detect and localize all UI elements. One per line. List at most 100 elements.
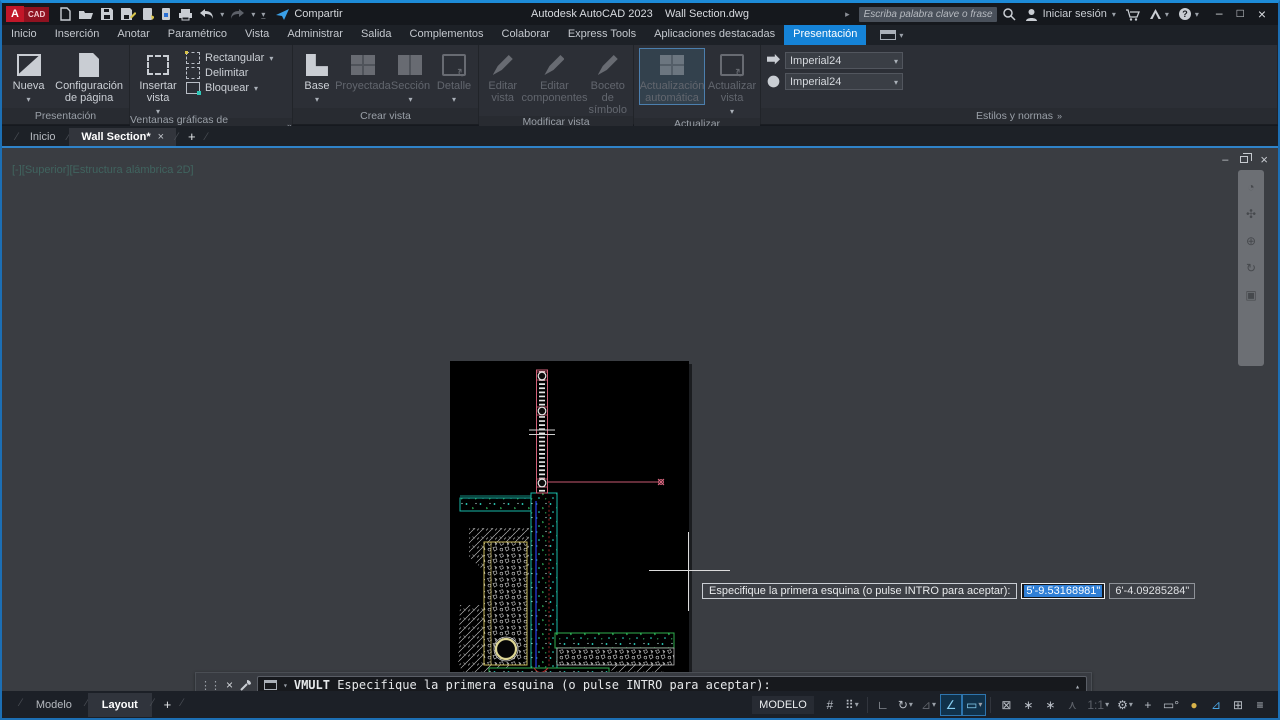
new-drawing-tab-button[interactable]: +: [178, 129, 206, 146]
panel-label-presentacion[interactable]: Presentación: [2, 108, 129, 124]
tab-insercion[interactable]: Inserción: [46, 25, 109, 45]
search-expand-icon[interactable]: ▸: [845, 9, 850, 20]
tab-salida[interactable]: Salida: [352, 25, 401, 45]
save-icon[interactable]: [100, 7, 114, 21]
palette-grip-handle[interactable]: ⋮⋮: [200, 679, 220, 692]
model-space-tab[interactable]: Modelo: [22, 693, 86, 717]
qat-customize-icon[interactable]: ▾̲: [261, 10, 265, 19]
tab-vista[interactable]: Vista: [236, 25, 278, 45]
undo-icon[interactable]: [199, 8, 214, 20]
plot-icon[interactable]: [178, 8, 193, 21]
signin-button[interactable]: Iniciar sesión ▾: [1025, 8, 1116, 21]
file-tab-close-icon[interactable]: ×: [158, 131, 164, 143]
rectangular-button[interactable]: Rectangular: [186, 52, 273, 64]
redo-icon[interactable]: [230, 8, 245, 20]
annotation-autoscale-toggle[interactable]: ∗: [1018, 695, 1038, 715]
save-as-icon[interactable]: [120, 7, 136, 21]
paper-viewport[interactable]: [450, 361, 689, 691]
command-history-expand-icon[interactable]: [1075, 678, 1080, 691]
doc-minimize-button[interactable]: –: [1222, 154, 1228, 166]
new-layout-button[interactable]: +: [154, 697, 182, 712]
model-paper-toggle[interactable]: MODELO: [752, 696, 814, 714]
selection-cycling-toggle[interactable]: ▭°: [1160, 695, 1182, 715]
recent-commands-caret-icon[interactable]: ▾: [283, 681, 288, 690]
autocad-logo-icon[interactable]: A: [6, 6, 24, 22]
isolate-objects-button[interactable]: ●: [1184, 695, 1204, 715]
dynamic-input-y-field[interactable]: 6'-4.09285284": [1109, 583, 1195, 599]
configuracion-pagina-button[interactable]: Configuración de página: [55, 49, 123, 104]
help-search[interactable]: Escriba palabra clave o frase: [859, 7, 1016, 22]
panel-label-estilos[interactable]: Estilos y normas: [761, 108, 1277, 124]
workspace-gear-button[interactable]: ⚙▾: [1114, 695, 1136, 715]
orbit-icon[interactable]: ↻: [1246, 261, 1256, 275]
close-button[interactable]: ×: [1258, 6, 1266, 22]
standard-select-1[interactable]: Imperial24: [767, 52, 903, 69]
panel-label-crear-vista[interactable]: Crear vista: [293, 108, 478, 124]
upload-mobile-icon[interactable]: [142, 7, 154, 21]
redo-caret-icon[interactable]: ▾: [251, 10, 255, 19]
isometric-drafting-toggle[interactable]: ⊿▾: [918, 695, 939, 715]
snap-toggle[interactable]: ⠿▾: [842, 695, 862, 715]
drawing-canvas[interactable]: [-][Superior][Estructura alámbrica 2D] –…: [2, 146, 1278, 691]
insertar-vista-button[interactable]: Insertar vista: [136, 49, 180, 118]
command-close-icon[interactable]: ×: [224, 678, 235, 691]
tab-parametrico[interactable]: Paramétrico: [159, 25, 236, 45]
autodesk-app-button[interactable]: ▾: [1149, 8, 1169, 20]
minimize-button[interactable]: –: [1216, 6, 1223, 22]
nueva-caret-icon[interactable]: [27, 93, 31, 106]
tab-express-tools[interactable]: Express Tools: [559, 25, 645, 45]
doc-close-button[interactable]: ×: [1260, 152, 1268, 167]
fullnav-wheel-icon[interactable]: ◔: [1247, 180, 1254, 194]
new-file-icon[interactable]: [59, 7, 72, 21]
open-mobile-icon[interactable]: [160, 7, 172, 21]
polar-tracking-toggle[interactable]: ↻▾: [895, 695, 916, 715]
ortho-toggle[interactable]: ∟: [873, 695, 893, 715]
object-snap-toggle[interactable]: ▭▾: [963, 695, 985, 715]
customize-wrench-icon[interactable]: [239, 678, 253, 691]
tab-colaborar[interactable]: Colaborar: [493, 25, 559, 45]
tab-complementos[interactable]: Complementos: [401, 25, 493, 45]
tab-administrar[interactable]: Administrar: [278, 25, 352, 45]
layout-tab[interactable]: Layout: [88, 693, 152, 717]
grid-toggle[interactable]: #: [820, 695, 840, 715]
undo-caret-icon[interactable]: ▾: [220, 10, 224, 19]
showmotion-icon[interactable]: ▣: [1245, 288, 1256, 302]
annotation-scale-icon[interactable]: ⋏: [1062, 695, 1082, 715]
viewport-controls-label[interactable]: [-][Superior][Estructura alámbrica 2D]: [12, 164, 194, 176]
tab-presentacion[interactable]: Presentación: [784, 25, 866, 45]
doc-restore-button[interactable]: [1240, 156, 1248, 163]
pan-icon[interactable]: ✣: [1246, 207, 1256, 221]
standard-select-2[interactable]: Imperial24: [767, 73, 903, 90]
standard1-caret-icon[interactable]: [894, 55, 898, 67]
help-button[interactable]: ? ▾: [1178, 7, 1199, 21]
zoom-extents-icon[interactable]: ⊕: [1246, 234, 1256, 248]
command-line-palette[interactable]: ⋮⋮ × ▾ VMULT Especifique la primera esqu…: [195, 672, 1092, 691]
tab-inicio[interactable]: Inicio: [2, 25, 46, 45]
customization-menu-button[interactable]: ≡: [1250, 695, 1270, 715]
customize-plus-button[interactable]: +: [1138, 695, 1158, 715]
file-tab-inicio[interactable]: Inicio: [18, 128, 68, 146]
tab-anotar[interactable]: Anotar: [108, 25, 158, 45]
bloquear-caret-icon[interactable]: [254, 82, 258, 94]
dynamic-input-x-field[interactable]: 5'-9.53168981": [1021, 583, 1105, 599]
base-button[interactable]: Base: [299, 49, 335, 106]
share-button[interactable]: Compartir: [275, 8, 342, 21]
signin-caret-icon[interactable]: ▾: [1112, 10, 1116, 19]
recent-commands-icon[interactable]: [264, 680, 277, 690]
nueva-button[interactable]: Nueva: [8, 49, 49, 106]
clean-screen-button[interactable]: ⊞: [1228, 695, 1248, 715]
command-input[interactable]: ▾ VMULT Especifique la primera esquina (…: [257, 676, 1087, 692]
rectangular-caret-icon[interactable]: [269, 52, 273, 64]
app-store-cart-icon[interactable]: [1125, 8, 1140, 21]
search-input[interactable]: Escriba palabra clave o frase: [859, 7, 997, 22]
maximize-button[interactable]: □: [1237, 6, 1244, 22]
ribbon-display-toggle[interactable]: ▾: [880, 25, 903, 45]
annotation-visibility-toggle[interactable]: ⊠: [996, 695, 1016, 715]
file-tab-wall-section[interactable]: Wall Section* ×: [69, 128, 176, 146]
annotation-monitor-toggle[interactable]: ∗: [1040, 695, 1060, 715]
open-folder-icon[interactable]: [78, 8, 94, 21]
object-snap-tracking-toggle[interactable]: ∠: [941, 695, 961, 715]
base-caret-icon[interactable]: [315, 93, 319, 106]
annotation-scale-value[interactable]: 1:1▾: [1084, 695, 1112, 715]
standard2-caret-icon[interactable]: [894, 76, 898, 88]
